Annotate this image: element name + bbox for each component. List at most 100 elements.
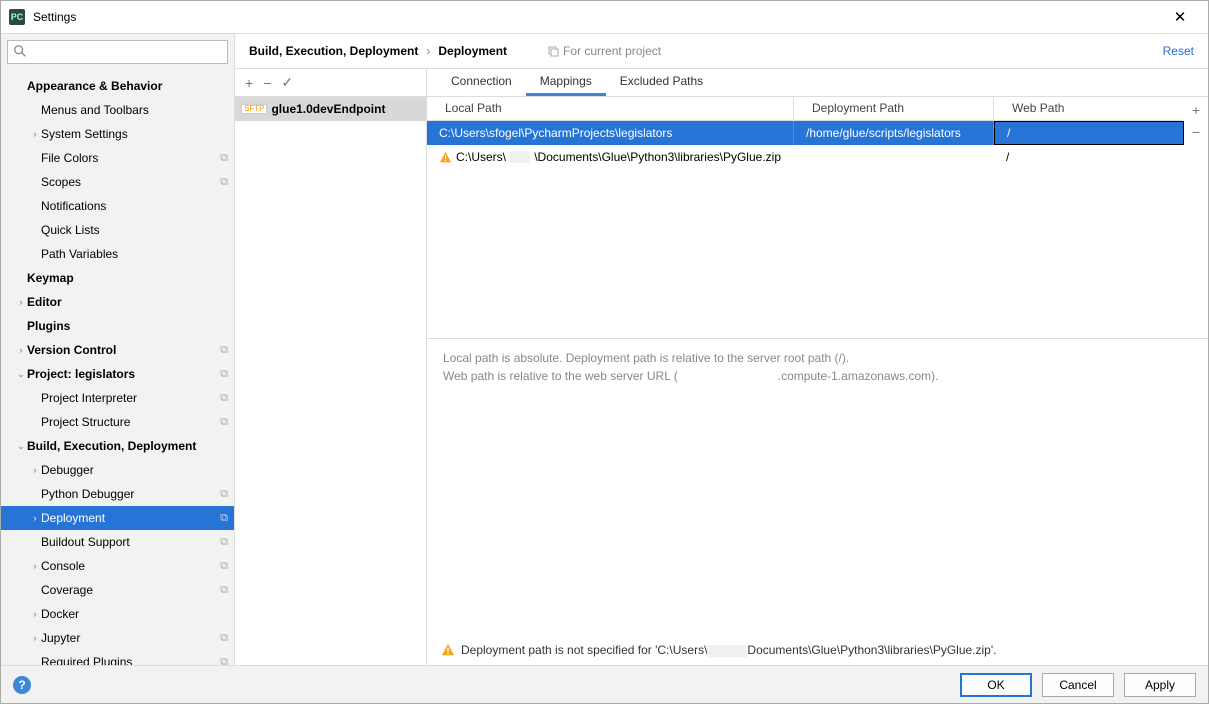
mappings-table: Local Path Deployment Path Web Path C:\U… xyxy=(427,97,1184,338)
tree-item-python-debugger[interactable]: Python Debugger⧉ xyxy=(1,482,234,506)
tree-item-editor[interactable]: ›Editor xyxy=(1,290,234,314)
project-scope-icon: ⧉ xyxy=(220,536,228,549)
settings-sidebar: Appearance & BehaviorMenus and Toolbars›… xyxy=(1,34,235,665)
tree-item-version-control[interactable]: ›Version Control⧉ xyxy=(1,338,234,362)
tree-item-quick-lists[interactable]: Quick Lists xyxy=(1,218,234,242)
mapping-row[interactable]: C:\Users\sfogel\PycharmProjects\legislat… xyxy=(427,121,1184,145)
apply-button[interactable]: Apply xyxy=(1124,673,1196,697)
tree-item-label: Project Structure xyxy=(41,415,220,429)
tree-item-keymap[interactable]: Keymap xyxy=(1,266,234,290)
close-button[interactable]: ✕ xyxy=(1160,3,1200,31)
tree-item-required-plugins[interactable]: Required Plugins⧉ xyxy=(1,650,234,665)
search-icon xyxy=(13,44,27,58)
cancel-button[interactable]: Cancel xyxy=(1042,673,1114,697)
add-row-button[interactable]: + xyxy=(1184,99,1208,121)
project-scope-icon: ⧉ xyxy=(220,368,228,381)
cell-deploy: /home/glue/scripts/legislators xyxy=(806,126,961,140)
server-list-column: + − ✓ SFTP glue1.0devEndpoint xyxy=(235,69,427,665)
tree-item-label: Console xyxy=(41,559,220,573)
ok-button[interactable]: OK xyxy=(960,673,1032,697)
chevron-icon: › xyxy=(15,297,27,307)
cell-local-pre: C:\Users\ xyxy=(456,150,506,164)
copy-icon xyxy=(547,45,559,57)
project-scope-icon: ⧉ xyxy=(220,152,228,165)
tree-item-system-settings[interactable]: ›System Settings xyxy=(1,122,234,146)
tabs: Connection Mappings Excluded Paths xyxy=(427,69,1208,97)
project-scope-icon: ⧉ xyxy=(220,416,228,429)
remove-row-button[interactable]: − xyxy=(1184,121,1208,143)
mark-default-button[interactable]: ✓ xyxy=(281,74,293,91)
col-web[interactable]: Web Path xyxy=(994,97,1184,120)
tree-item-file-colors[interactable]: File Colors⧉ xyxy=(1,146,234,170)
settings-tree[interactable]: Appearance & BehaviorMenus and Toolbars›… xyxy=(1,70,234,665)
warning-bar: Deployment path is not specified for 'C:… xyxy=(427,635,1208,665)
tree-item-plugins[interactable]: Plugins xyxy=(1,314,234,338)
col-local[interactable]: Local Path xyxy=(427,97,794,120)
tab-excluded-paths[interactable]: Excluded Paths xyxy=(606,69,717,96)
project-scope-icon: ⧉ xyxy=(220,656,228,666)
server-list-item[interactable]: SFTP glue1.0devEndpoint xyxy=(235,97,426,121)
cell-local-post: \Documents\Glue\Python3\libraries\PyGlue… xyxy=(534,150,781,164)
col-deploy[interactable]: Deployment Path xyxy=(794,97,994,120)
cell-web: / xyxy=(1006,150,1009,164)
tree-item-path-variables[interactable]: Path Variables xyxy=(1,242,234,266)
tree-item-label: Quick Lists xyxy=(41,223,228,237)
cell-local: C:\Users\sfogel\PycharmProjects\legislat… xyxy=(439,126,672,140)
project-scope-icon: ⧉ xyxy=(220,560,228,573)
chevron-right-icon: › xyxy=(426,44,430,58)
tree-item-label: System Settings xyxy=(41,127,228,141)
hint-line1: Local path is absolute. Deployment path … xyxy=(443,349,1192,367)
help-button[interactable]: ? xyxy=(13,676,31,694)
tree-item-build-execution-deployment[interactable]: ⌄Build, Execution, Deployment xyxy=(1,434,234,458)
tree-item-menus-and-toolbars[interactable]: Menus and Toolbars xyxy=(1,98,234,122)
search-input[interactable] xyxy=(7,40,228,64)
server-name: glue1.0devEndpoint xyxy=(271,102,385,116)
mappings-body: Local Path Deployment Path Web Path C:\U… xyxy=(427,97,1208,665)
tree-item-label: File Colors xyxy=(41,151,220,165)
reset-link[interactable]: Reset xyxy=(1163,44,1194,58)
mapping-row[interactable]: C:\Users\ \Documents\Glue\Python3\librari… xyxy=(427,145,1184,169)
tab-mappings[interactable]: Mappings xyxy=(526,69,606,96)
tree-item-label: Project Interpreter xyxy=(41,391,220,405)
for-current-project: For current project xyxy=(547,44,661,58)
tab-connection[interactable]: Connection xyxy=(437,69,526,96)
hint-line2: Web path is relative to the web server U… xyxy=(443,367,1192,385)
app-icon: PC xyxy=(9,9,25,25)
server-list[interactable]: SFTP glue1.0devEndpoint xyxy=(235,97,426,665)
breadcrumb-a[interactable]: Build, Execution, Deployment xyxy=(249,44,418,58)
footer: ? OK Cancel Apply xyxy=(1,665,1208,703)
tree-item-scopes[interactable]: Scopes⧉ xyxy=(1,170,234,194)
tree-item-project-structure[interactable]: Project Structure⧉ xyxy=(1,410,234,434)
tree-item-console[interactable]: ›Console⧉ xyxy=(1,554,234,578)
chevron-icon: › xyxy=(29,633,41,643)
project-scope-icon: ⧉ xyxy=(220,392,228,405)
chevron-icon: › xyxy=(15,345,27,355)
breadcrumb-b: Deployment xyxy=(438,44,507,58)
tree-item-jupyter[interactable]: ›Jupyter⧉ xyxy=(1,626,234,650)
tree-item-coverage[interactable]: Coverage⧉ xyxy=(1,578,234,602)
add-server-button[interactable]: + xyxy=(245,75,253,91)
tree-item-label: Appearance & Behavior xyxy=(27,79,228,93)
row-actions: + − xyxy=(1184,97,1208,338)
tree-item-project-interpreter[interactable]: Project Interpreter⧉ xyxy=(1,386,234,410)
tree-item-appearance-behavior[interactable]: Appearance & Behavior xyxy=(1,74,234,98)
tree-item-docker[interactable]: ›Docker xyxy=(1,602,234,626)
search-wrap xyxy=(1,34,234,70)
tree-item-label: Plugins xyxy=(27,319,228,333)
tree-item-buildout-support[interactable]: Buildout Support⧉ xyxy=(1,530,234,554)
tree-item-project-legislators[interactable]: ⌄Project: legislators⧉ xyxy=(1,362,234,386)
tree-item-label: Path Variables xyxy=(41,247,228,261)
redacted xyxy=(510,151,530,163)
sftp-badge: SFTP xyxy=(241,104,267,114)
tree-item-label: Build, Execution, Deployment xyxy=(27,439,228,453)
warning-icon xyxy=(439,151,452,164)
tree-item-notifications[interactable]: Notifications xyxy=(1,194,234,218)
remove-server-button[interactable]: − xyxy=(263,75,271,91)
tree-item-label: Scopes xyxy=(41,175,220,189)
tree-item-label: Coverage xyxy=(41,583,220,597)
tree-item-debugger[interactable]: ›Debugger xyxy=(1,458,234,482)
tree-item-deployment[interactable]: ›Deployment⧉ xyxy=(1,506,234,530)
tree-item-label: Docker xyxy=(41,607,228,621)
chevron-icon: › xyxy=(29,129,41,139)
chevron-icon: › xyxy=(29,513,41,523)
